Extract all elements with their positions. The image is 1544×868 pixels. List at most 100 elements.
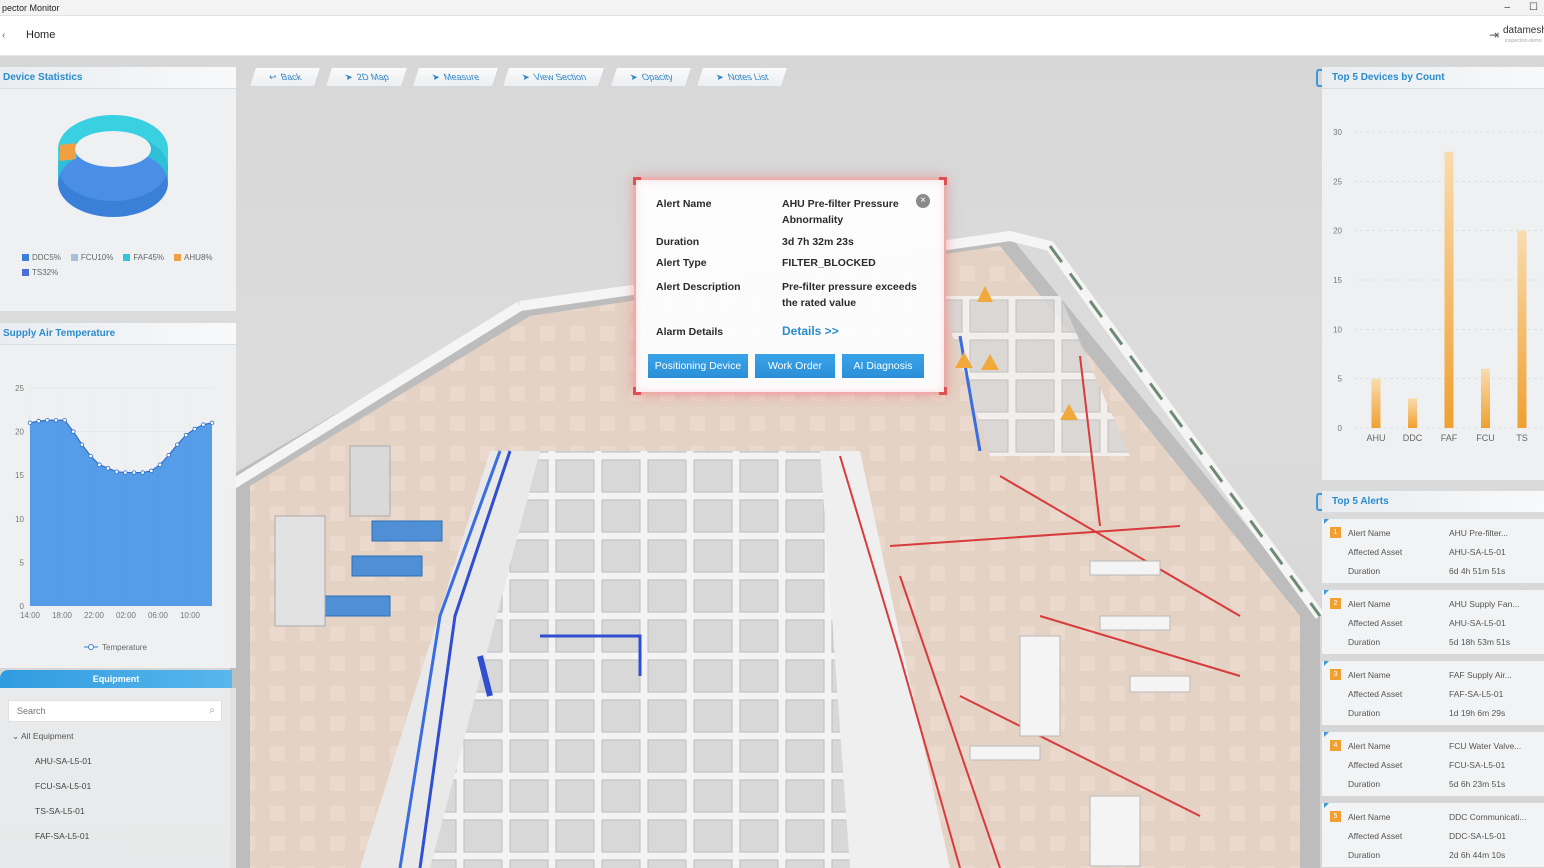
home-link[interactable]: Home [26,29,55,41]
alert-detail-popup: × Alert Name AHU Pre-filter Pressure Abn… [633,177,947,395]
temperature-point[interactable] [209,420,215,426]
x-tick-label: 22:00 [84,611,105,620]
logout-icon[interactable]: ⇥ [1489,28,1499,42]
search-icon[interactable]: ⌕ [209,705,215,716]
y-tick-label: 25 [15,384,24,393]
rank-badge: 1 [1330,527,1341,538]
alert-list-item[interactable]: 2 Alert Name AHU Supply Fan... Affected Ass… [1322,590,1544,654]
bar-ahu[interactable] [1371,378,1381,428]
temperature-point[interactable] [105,466,111,471]
temperature-point[interactable] [201,422,206,427]
temperature-point[interactable] [36,418,41,424]
arrow-icon: ➤ [430,72,441,82]
duration-key: Duration [1348,637,1381,647]
bar-ddc[interactable] [1408,398,1417,428]
minimize-button[interactable]: – [1504,0,1510,15]
equipment-tab[interactable]: Equipment [0,670,232,688]
search-input[interactable] [9,701,189,721]
2d-map-button[interactable]: ➤2D Map [324,67,408,87]
temperature-point[interactable] [27,420,33,426]
temperature-point[interactable] [45,418,50,423]
alert-list-item[interactable]: 3 Alert Name FAF Supply Air... Affected Ass… [1322,661,1544,725]
legend-item[interactable]: TS32% [22,268,58,277]
duration-key: Duration [1348,850,1381,860]
opacity-button[interactable]: ➤Opacity [609,67,692,87]
bar-faf[interactable] [1444,151,1454,428]
alert-name-key: Alert Name [1348,599,1391,609]
details-link[interactable]: Details >> [782,323,932,339]
ai-diagnosis-button[interactable]: AI Diagnosis [842,354,924,378]
legend-item[interactable]: AHU8% [174,253,213,262]
affected-asset-value: AHU-SA-L5-01 [1449,618,1506,628]
tree-item[interactable]: TS-SA-L5-01 [35,806,85,816]
legend-item[interactable]: FCU10% [70,253,113,262]
legend-label: Temperature [102,643,147,652]
equipment-search[interactable]: ⌕ [8,700,222,722]
back-arrow-icon[interactable]: ‹ [2,30,5,41]
legend-swatch [70,254,78,261]
notes-list-button[interactable]: ➤Notes List [695,67,788,87]
rank-badge: 5 [1330,811,1341,822]
temperature-point[interactable] [88,453,93,459]
y-tick-label: 0 [20,602,25,611]
maximize-button[interactable]: ☐ [1529,0,1538,15]
x-tick-label: DDC [1403,433,1423,443]
temperature-point[interactable] [131,470,137,475]
temperature-point[interactable] [123,470,128,475]
back-button[interactable]: ↩Back [248,67,321,87]
panel-bracket-icon [1316,493,1322,511]
temperature-point[interactable] [192,426,197,432]
bar-ts[interactable] [1517,230,1527,428]
affected-asset-value: FAF-SA-L5-01 [1449,689,1504,699]
x-tick-label: 14:00 [20,611,41,620]
duration-label: Duration [656,236,700,248]
alert-list-item[interactable]: 5 Alert Name DDC Communicati... Affected As… [1322,803,1544,867]
corner-marker [1324,661,1329,666]
temperature-point[interactable] [157,462,163,467]
alert-list-item[interactable]: 4 Alert Name FCU Water Valve... Affected As… [1322,732,1544,796]
alert-list-item[interactable]: 1 Alert Name AHU Pre-filter... Affected Ass… [1322,519,1544,583]
view-section-button[interactable]: ➤View Section [501,67,606,87]
tree-item[interactable]: FAF-SA-L5-01 [35,831,89,841]
tree-root-all-equipment[interactable]: ⌄ All Equipment [12,731,73,742]
alert-description-value: Pre-filter pressure exceeds the rated va… [782,281,917,309]
temperature-point[interactable] [79,442,85,447]
legend-item[interactable]: FAF45% [123,253,164,262]
rank-badge: 2 [1330,598,1341,609]
y-tick-label: 15 [15,471,24,480]
alert-name-value: AHU Pre-filter Pressure Abnormality [782,198,899,226]
affected-asset-key: Affected Asset [1348,618,1403,628]
corner-marker [1324,519,1329,524]
measure-button[interactable]: ➤Measure [411,67,499,87]
temperature-point[interactable] [71,429,76,434]
top-devices-bar-chart[interactable]: 0 5 10 15 20 25 30 AHU DDC FAF FCU TS [1322,92,1544,480]
arrow-icon: ➤ [520,72,532,82]
positioning-device-button[interactable]: Positioning Device [648,354,748,378]
tree-item[interactable]: FCU-SA-L5-01 [35,781,91,791]
temperature-point[interactable] [97,462,102,467]
alert-name-label: Alert Name [656,198,712,210]
temperature-point[interactable] [149,468,154,474]
alert-name-value: AHU Supply Fan... [1449,599,1520,609]
alert-name-value: AHU Pre-filter... [1449,528,1509,538]
legend-item[interactable]: DDC5% [22,253,61,262]
temperature-point[interactable] [140,470,145,475]
temperature-point[interactable] [175,442,180,447]
tree-item[interactable]: AHU-SA-L5-01 [35,756,92,766]
alert-name-key: Alert Name [1348,528,1391,538]
temperature-area-chart[interactable]: 0 5 10 15 20 25 14:00 18:00 22:00 02:00 06:00 10:00… [0,348,236,658]
temperature-point[interactable] [183,432,189,438]
scene-toolbar: ↩Back ➤2D Map ➤Measure ➤View Section ➤Op… [248,67,788,87]
temperature-point[interactable] [53,418,59,423]
temperature-point[interactable] [114,469,119,474]
y-tick-label: 20 [1333,227,1342,236]
y-tick-label: 10 [1333,325,1342,334]
alert-name-value: DDC Communicati... [1449,812,1527,822]
temperature-point[interactable] [166,452,171,458]
work-order-button[interactable]: Work Order [755,354,835,378]
panel-title: Top 5 Alerts [1322,491,1544,513]
temperature-point[interactable] [62,418,67,423]
bar-fcu[interactable] [1481,368,1490,428]
user-name[interactable]: datamesh [1503,25,1544,36]
duration-value: 6d 4h 51m 51s [1449,566,1506,576]
